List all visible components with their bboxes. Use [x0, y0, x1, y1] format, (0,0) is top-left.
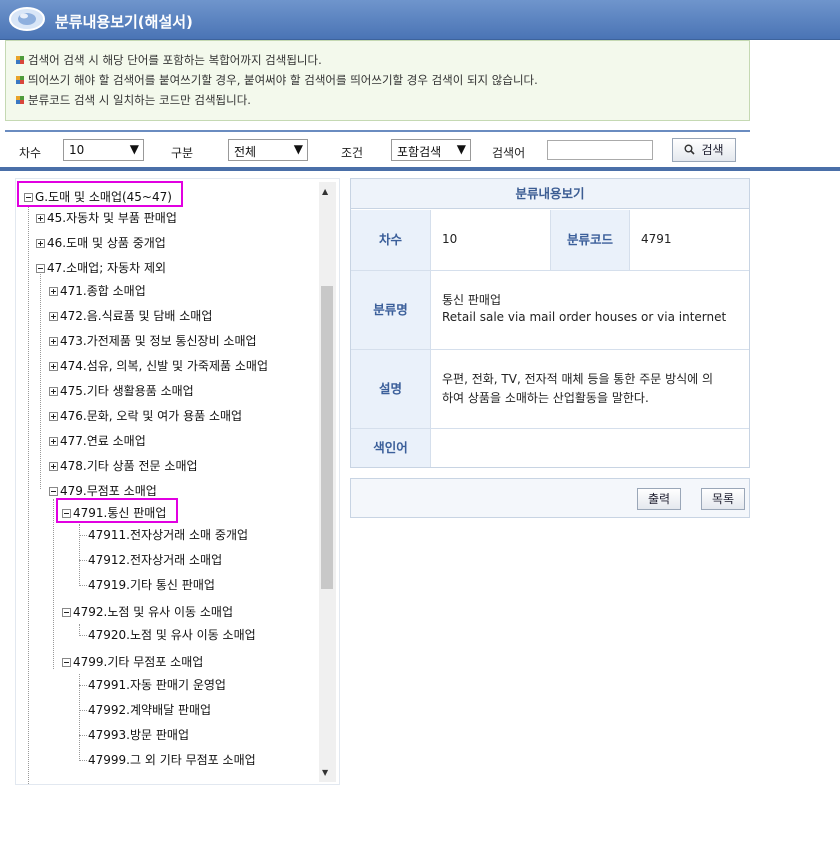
tree-node-45[interactable]: 45.자동차 및 부품 판매업 — [36, 209, 177, 227]
name-label: 분류명 — [351, 271, 431, 349]
keyword-input[interactable] — [547, 140, 653, 160]
description-line: 하여 상품을 소매하는 산업활동을 말한다. — [442, 391, 649, 405]
expand-icon[interactable] — [49, 412, 58, 421]
category-label: 구분 — [171, 146, 194, 160]
tree-node-477[interactable]: 477.연료 소매업 — [49, 432, 146, 450]
expand-icon[interactable] — [36, 214, 45, 223]
search-notice-box: 검색어 검색 시 해당 단어를 포함하는 복합어까지 검색됩니다. 띄어쓰기 해… — [5, 40, 750, 121]
expand-icon[interactable] — [49, 387, 58, 396]
tree-node-47911[interactable]: 47911.전자상거래 소매 중개업 — [88, 526, 248, 544]
revision-label: 차수 — [19, 146, 42, 160]
tree-node-4792[interactable]: 4792.노점 및 유사 이동 소매업 — [62, 603, 233, 621]
chevron-down-icon: ▼ — [129, 142, 139, 156]
collapse-icon[interactable] — [62, 608, 71, 617]
condition-label: 조건 — [341, 146, 364, 160]
tree-node-471[interactable]: 471.종합 소매업 — [49, 282, 146, 300]
tree-node-47993[interactable]: 47993.방문 판매업 — [88, 726, 189, 744]
code-label: 분류코드 — [550, 210, 630, 270]
search-icon — [684, 144, 696, 155]
window-title: 분류내용보기(해설서) — [55, 13, 193, 31]
revision-label: 차수 — [351, 210, 431, 270]
tree-node-473[interactable]: 473.가전제품 및 정보 통신장비 소매업 — [49, 332, 257, 350]
highlight-box — [17, 181, 183, 207]
tree-node-476[interactable]: 476.문화, 오락 및 여가 용품 소매업 — [49, 407, 242, 425]
category-select[interactable]: 전체 ▼ — [228, 139, 308, 161]
title-bar: 분류내용보기(해설서) — [0, 0, 840, 40]
expand-icon[interactable] — [49, 287, 58, 296]
bullet-icon — [16, 96, 24, 104]
chevron-down-icon: ▼ — [456, 142, 466, 156]
tree-node-47991[interactable]: 47991.자동 판매기 운영업 — [88, 676, 226, 694]
scroll-down-icon[interactable]: ▼ — [322, 768, 328, 777]
notice-line: 검색어 검색 시 해당 단어를 포함하는 복합어까지 검색됩니다. — [16, 52, 322, 68]
list-button[interactable]: 목록 — [701, 488, 745, 510]
detail-header: 분류내용보기 — [351, 179, 749, 209]
tree-node-47999[interactable]: 47999.그 외 기타 무점포 소매업 — [88, 751, 256, 769]
description-label: 설명 — [351, 350, 431, 428]
revision-select[interactable]: 10 ▼ — [63, 139, 144, 161]
notice-line: 분류코드 검색 시 일치하는 코드만 검색됩니다. — [16, 92, 251, 108]
action-bar: 출력 목록 — [350, 478, 750, 518]
tree-node-472[interactable]: 472.음.식료품 및 담배 소매업 — [49, 307, 212, 325]
tree-node-47919[interactable]: 47919.기타 통신 판매업 — [88, 576, 215, 594]
collapse-icon[interactable] — [36, 264, 45, 273]
expand-icon[interactable] — [49, 362, 58, 371]
expand-icon[interactable] — [49, 462, 58, 471]
tree-node-474[interactable]: 474.섬유, 의복, 신발 및 가죽제품 소매업 — [49, 357, 268, 375]
tree-node-47920[interactable]: 47920.노점 및 유사 이동 소매업 — [88, 626, 256, 644]
print-button[interactable]: 출력 — [637, 488, 681, 510]
tree-node-47992[interactable]: 47992.계약배달 판매업 — [88, 701, 211, 719]
condition-select[interactable]: 포함검색 ▼ — [391, 139, 471, 161]
code-value: 4791 — [641, 232, 672, 246]
chevron-down-icon: ▼ — [293, 142, 303, 156]
index-label: 색인어 — [351, 429, 431, 467]
tree-node-47912[interactable]: 47912.전자상거래 소매업 — [88, 551, 222, 569]
expand-icon[interactable] — [49, 337, 58, 346]
tree-scrollbar[interactable]: ▲ ▼ — [319, 182, 336, 782]
classification-tree: G.도매 및 소매업(45~47) 45.자동차 및 부품 판매업 46.도매 … — [15, 178, 340, 785]
tree-node-47[interactable]: 47.소매업; 자동차 제외 — [36, 259, 166, 277]
search-button[interactable]: 검색 — [672, 138, 736, 162]
expand-icon[interactable] — [49, 312, 58, 321]
tree-node-4799[interactable]: 4799.기타 무점포 소매업 — [62, 653, 203, 671]
description-line: 우편, 전화, TV, 전자적 매체 등을 통한 주문 방식에 의 — [442, 372, 714, 386]
tree-node-478[interactable]: 478.기타 상품 전문 소매업 — [49, 457, 198, 475]
name-english: Retail sale via mail order houses or via… — [442, 310, 727, 324]
scroll-up-icon[interactable]: ▲ — [322, 187, 328, 196]
divider — [0, 167, 840, 171]
expand-icon[interactable] — [49, 437, 58, 446]
name-korean: 통신 판매업 — [442, 293, 502, 307]
detail-panel: 분류내용보기 차수 10 분류코드 4791 분류명 통신 판매업 Retail… — [350, 178, 750, 468]
keyword-label: 검색어 — [492, 146, 526, 160]
highlight-box — [56, 498, 178, 523]
tree-node-46[interactable]: 46.도매 및 상품 중개업 — [36, 234, 166, 252]
app-logo-icon — [9, 7, 45, 31]
notice-line: 띄어쓰기 해야 할 검색어를 붙여쓰기할 경우, 붙여써야 할 검색어를 띄어쓰… — [16, 72, 538, 88]
search-bar: 차수 10 ▼ 구분 전체 ▼ 조건 포함검색 ▼ 검색어 검색 — [5, 130, 750, 167]
revision-value: 10 — [442, 232, 458, 246]
expand-icon[interactable] — [36, 239, 45, 248]
tree-node-475[interactable]: 475.기타 생활용품 소매업 — [49, 382, 194, 400]
collapse-icon[interactable] — [62, 658, 71, 667]
bullet-icon — [16, 56, 24, 64]
bullet-icon — [16, 76, 24, 84]
collapse-icon[interactable] — [49, 487, 58, 496]
scroll-thumb[interactable] — [321, 286, 333, 589]
